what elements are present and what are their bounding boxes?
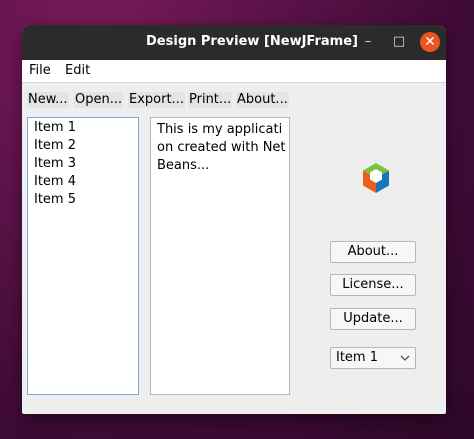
print-button[interactable]: Print... — [188, 92, 233, 108]
netbeans-logo-icon — [363, 163, 389, 193]
window-title: Design Preview [NewJFrame] — [146, 34, 358, 49]
open-button[interactable]: Open... — [74, 92, 124, 108]
item-list[interactable]: Item 1 Item 2 Item 3 Item 4 Item 5 — [27, 117, 139, 395]
about-button[interactable]: About... — [330, 241, 416, 263]
chevron-down-icon — [400, 355, 410, 361]
app-window: Design Preview [NewJFrame] – □ ✕ File Ed… — [22, 25, 446, 414]
maximize-icon: □ — [392, 34, 406, 49]
close-button[interactable]: ✕ — [420, 32, 440, 52]
item-combo-box[interactable]: Item 1 — [330, 347, 416, 369]
list-item[interactable]: Item 3 — [34, 156, 76, 171]
menu-bar: File Edit — [22, 60, 446, 83]
license-button[interactable]: License... — [330, 274, 416, 296]
new-button[interactable]: New... — [27, 92, 69, 108]
update-button[interactable]: Update... — [330, 308, 416, 330]
minimize-icon: – — [364, 34, 372, 49]
combo-selected-value: Item 1 — [336, 350, 378, 365]
toolbar-about-button[interactable]: About... — [236, 92, 289, 108]
list-item[interactable]: Item 4 — [34, 174, 76, 189]
title-bar[interactable]: Design Preview [NewJFrame] – □ ✕ — [22, 25, 446, 60]
description-text: This is my application created with NetB… — [157, 122, 286, 173]
export-button[interactable]: Export... — [128, 92, 185, 108]
menu-edit[interactable]: Edit — [65, 63, 90, 78]
minimize-button[interactable]: – — [358, 32, 378, 52]
menu-file[interactable]: File — [29, 63, 51, 78]
maximize-button[interactable]: □ — [389, 32, 409, 52]
list-item[interactable]: Item 2 — [34, 138, 76, 153]
list-item[interactable]: Item 1 — [34, 120, 76, 135]
description-textarea[interactable]: This is my application created with NetB… — [150, 117, 290, 395]
close-icon: ✕ — [424, 34, 436, 50]
list-item[interactable]: Item 5 — [34, 192, 76, 207]
